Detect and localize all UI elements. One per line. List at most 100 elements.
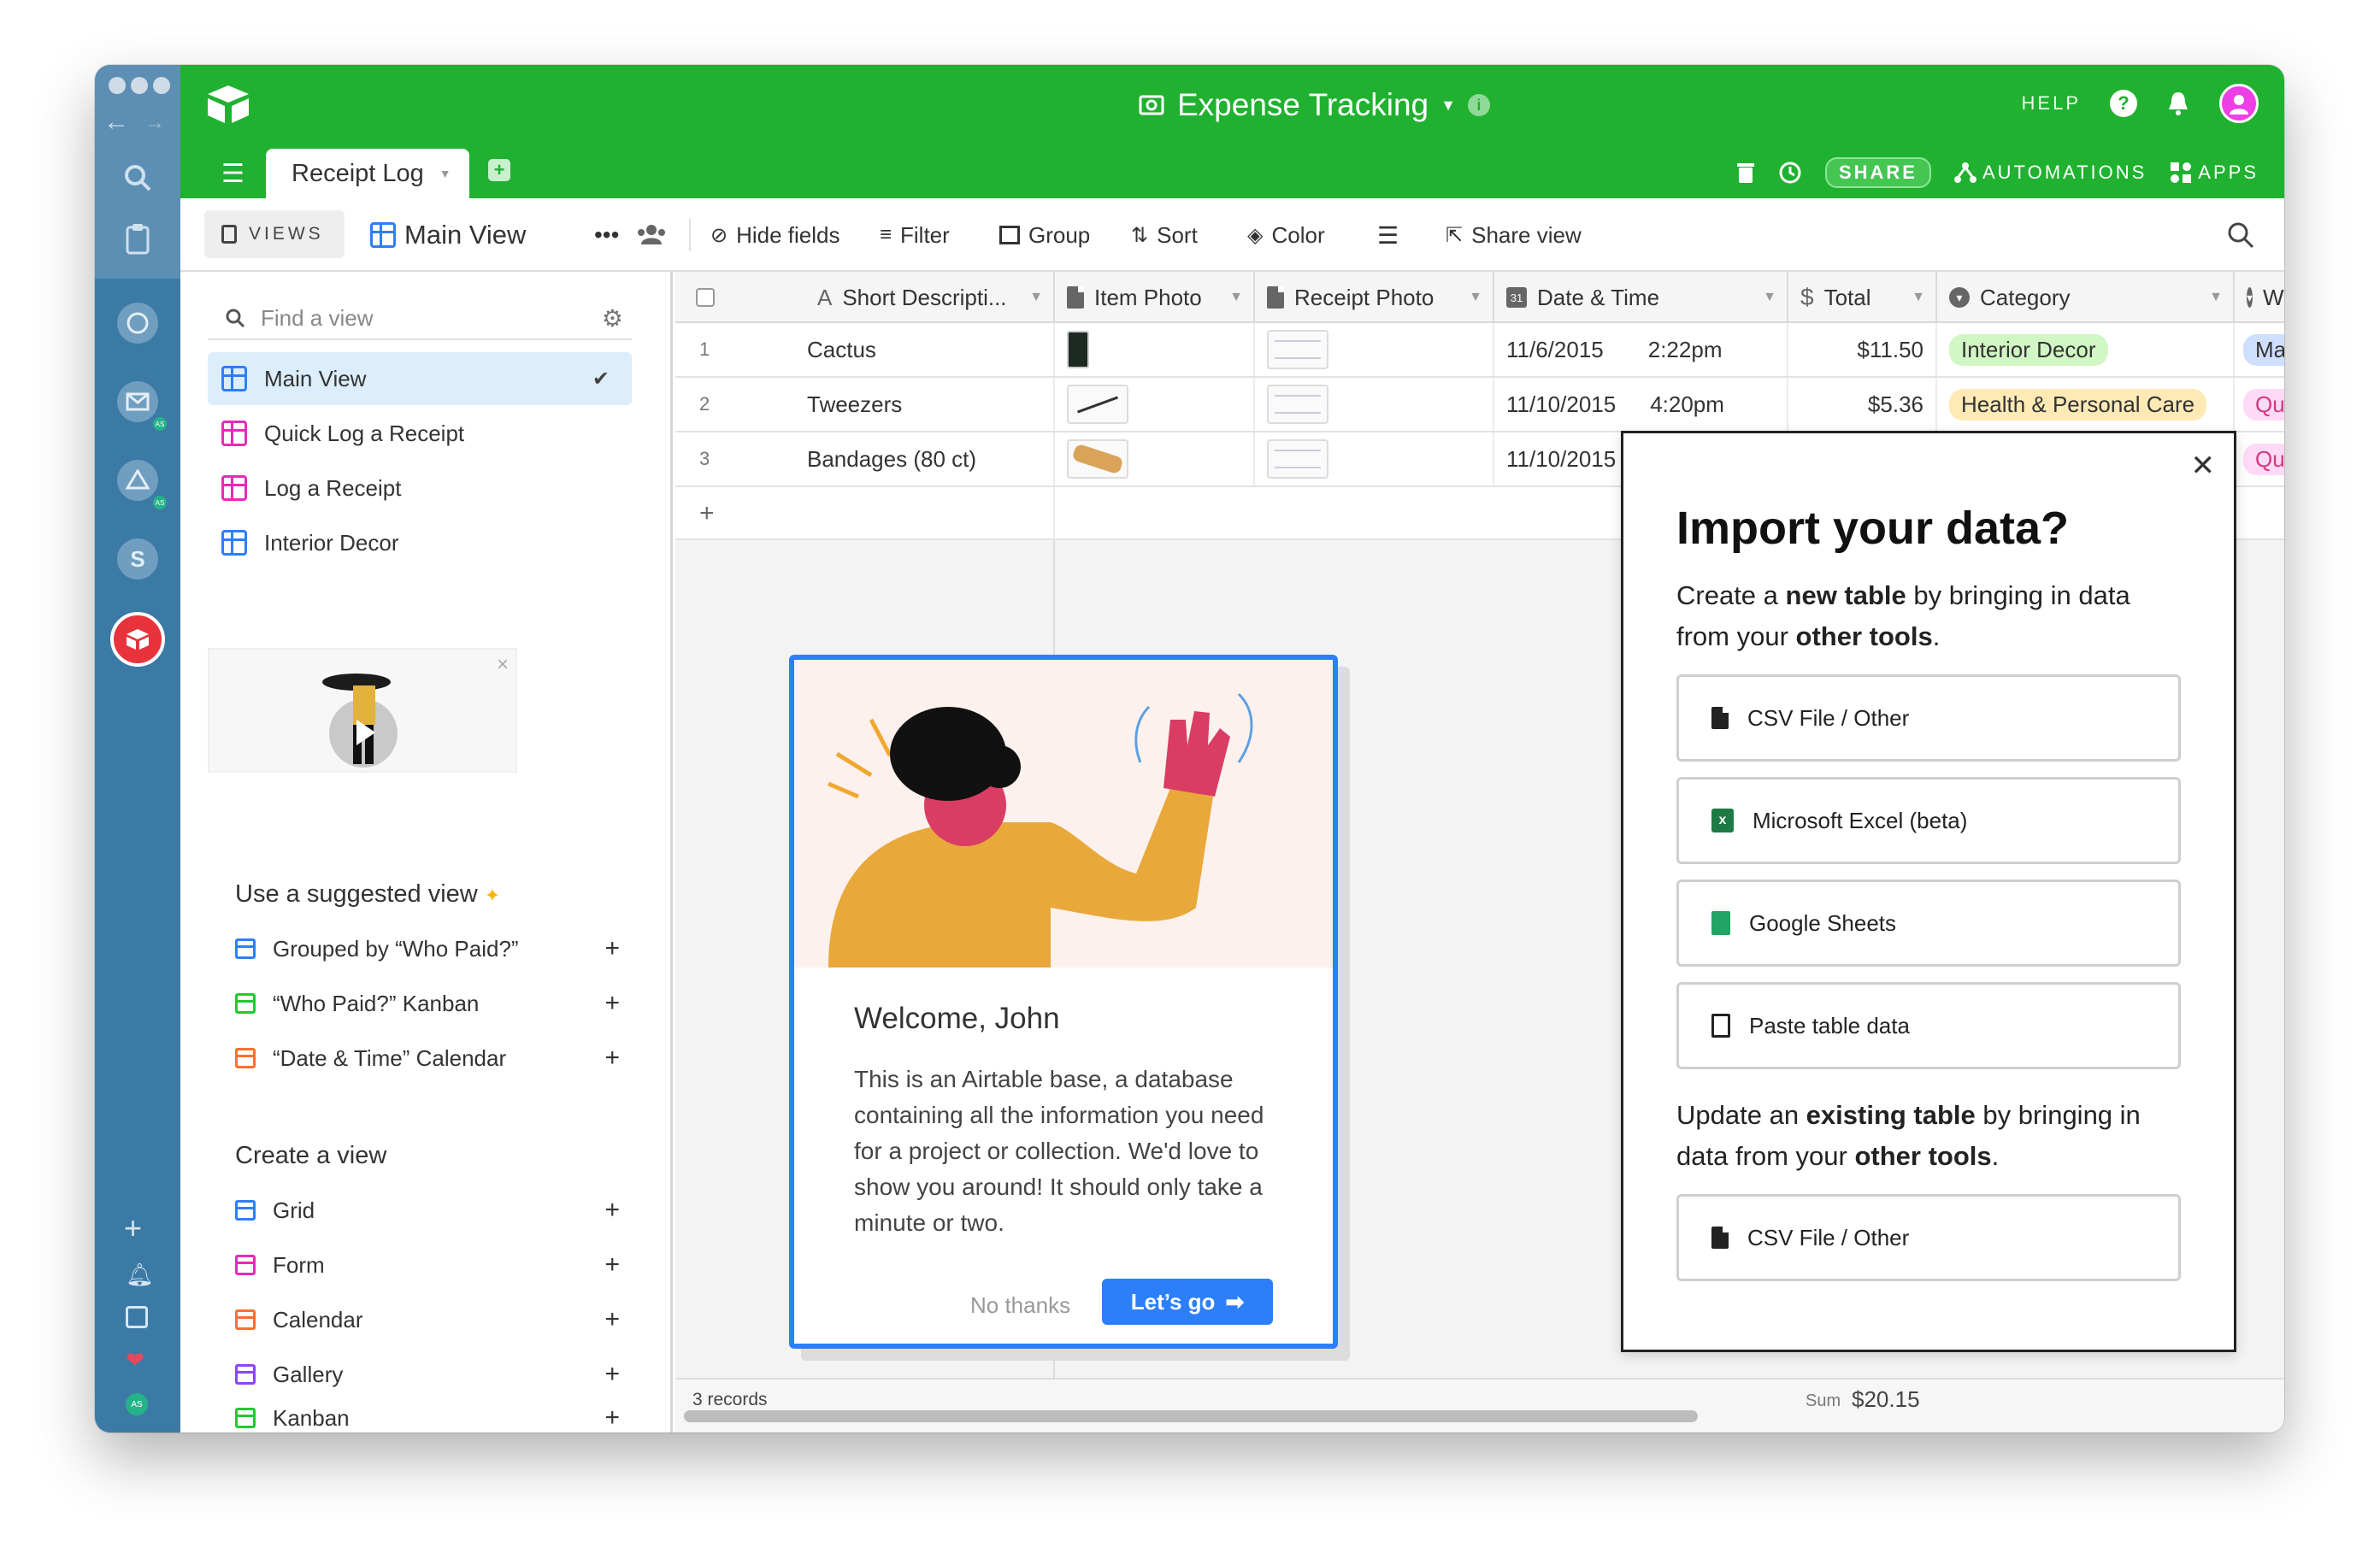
cell-category[interactable]: Interior Decor	[1937, 323, 2235, 376]
cell-total[interactable]: $11.50	[1788, 323, 1937, 376]
select-all-checkbox[interactable]	[696, 288, 715, 307]
chat-app-icon[interactable]	[117, 303, 158, 344]
drive-app-icon[interactable]	[117, 460, 158, 501]
color-button[interactable]: ◈ Color	[1247, 198, 1325, 272]
add-icon[interactable]: +	[604, 1196, 620, 1225]
bell-icon[interactable]: 🔔︎	[126, 1262, 154, 1288]
filter-button[interactable]: ≡ Filter	[880, 198, 950, 272]
cell-who[interactable]: Quin	[2235, 432, 2284, 485]
suggested-view-grouped[interactable]: Grouped by “Who Paid?” +	[235, 923, 620, 974]
cactus-photo-thumbnail[interactable]	[1067, 331, 1089, 368]
menu-icon[interactable]: ☰	[221, 159, 244, 189]
collaborators-icon[interactable]	[637, 224, 666, 246]
add-icon[interactable]: +	[604, 934, 620, 963]
column-header-item-photo[interactable]: Item Photo ▼	[1055, 272, 1255, 323]
history-icon[interactable]	[1777, 160, 1803, 185]
suggested-view-calendar[interactable]: “Date & Time” Calendar +	[235, 1032, 620, 1084]
cell-total[interactable]: $5.36	[1788, 378, 1937, 431]
chevron-down-icon[interactable]: ▼	[2209, 290, 2223, 305]
apps-button[interactable]: APPS	[2169, 161, 2259, 185]
bandages-photo-thumbnail[interactable]	[1067, 439, 1128, 479]
cell-description[interactable]: Tweezers	[795, 378, 1055, 431]
table-row[interactable]: 2 Tweezers 11/10/2015 4:20pm $5.36 Healt…	[675, 378, 2284, 432]
column-header-description[interactable]: A Short Descripti... ▼	[675, 272, 1055, 323]
import-csv-button[interactable]: CSV File / Other	[1676, 674, 2181, 762]
chevron-down-icon[interactable]: ▼	[1469, 290, 1482, 305]
add-icon[interactable]: +	[604, 1305, 620, 1334]
back-arrow-icon[interactable]: ←	[103, 108, 129, 137]
share-view-button[interactable]: ⇱ Share view	[1446, 198, 1582, 272]
automations-button[interactable]: AUTOMATIONS	[1953, 161, 2147, 185]
sidebar-item-quick-log[interactable]: Quick Log a Receipt	[208, 407, 632, 460]
trash-icon[interactable]	[1736, 161, 1755, 185]
find-view-input[interactable]: Find a view ⚙	[208, 297, 632, 340]
import-google-sheets-button[interactable]: Google Sheets	[1676, 880, 2181, 967]
create-calendar-view[interactable]: Calendar +	[235, 1294, 620, 1345]
cell-receipt-photo[interactable]	[1255, 378, 1494, 431]
info-icon[interactable]: i	[1467, 94, 1490, 116]
row-height-icon[interactable]: ☰	[1377, 198, 1399, 272]
create-gallery-view[interactable]: Gallery +	[235, 1349, 620, 1400]
close-icon[interactable]: ✕	[2191, 449, 2216, 483]
horizontal-scrollbar[interactable]	[684, 1410, 1698, 1422]
help-icon[interactable]: ?	[2110, 90, 2137, 117]
cell-description[interactable]: Bandages (80 ct)	[795, 432, 1055, 485]
cell-description[interactable]: Cactus	[795, 323, 1055, 376]
sidebar-item-log-receipt[interactable]: Log a Receipt	[208, 462, 632, 515]
column-header-date-time[interactable]: 31 Date & Time ▼	[1494, 272, 1788, 323]
share-button[interactable]: SHARE	[1824, 157, 1931, 188]
hide-fields-button[interactable]: ⊘ Hide fields	[710, 198, 840, 272]
column-header-total[interactable]: $ Total ▼	[1788, 272, 1937, 323]
user-avatar[interactable]	[2219, 84, 2259, 123]
cell-category[interactable]: Health & Personal Care	[1937, 378, 2235, 431]
close-icon[interactable]: ×	[497, 653, 509, 677]
column-header-receipt-photo[interactable]: Receipt Photo ▼	[1255, 272, 1494, 323]
create-form-view[interactable]: Form +	[235, 1239, 620, 1291]
add-app-icon[interactable]: +	[124, 1210, 142, 1246]
airtable-logo-icon[interactable]	[206, 84, 250, 125]
receipt-thumbnail[interactable]	[1267, 385, 1328, 424]
chevron-down-icon[interactable]: ▼	[1229, 290, 1243, 305]
current-view-selector[interactable]: Main View	[370, 198, 526, 272]
lets-go-button[interactable]: Let’s go ➡	[1102, 1279, 1273, 1325]
create-grid-view[interactable]: Grid +	[235, 1185, 620, 1236]
cell-date-time[interactable]: 11/6/2015 2:22pm	[1494, 323, 1788, 376]
cell-receipt-photo[interactable]	[1255, 323, 1494, 376]
group-button[interactable]: Group	[999, 198, 1090, 272]
dock-window-icon[interactable]	[126, 1306, 148, 1328]
search-icon[interactable]	[117, 157, 158, 198]
mail-app-icon[interactable]	[117, 381, 158, 422]
cell-date-time[interactable]: 11/10/2015 4:20pm	[1494, 378, 1788, 431]
window-minimize-button[interactable]	[131, 77, 148, 94]
sidebar-item-interior-decor[interactable]: Interior Decor	[208, 516, 632, 569]
window-close-button[interactable]	[109, 77, 126, 94]
add-icon[interactable]: +	[604, 1360, 620, 1389]
paste-table-data-button[interactable]: Paste table data	[1676, 982, 2181, 1069]
tab-receipt-log[interactable]: Receipt Log ▼	[266, 149, 469, 198]
chevron-down-icon[interactable]: ▼	[1763, 290, 1776, 305]
receipt-thumbnail[interactable]	[1267, 330, 1328, 369]
cell-who[interactable]: Quin	[2235, 378, 2284, 431]
tweezers-photo-thumbnail[interactable]	[1067, 385, 1128, 424]
sidebar-item-main-view[interactable]: Main View ✔	[208, 352, 632, 405]
notifications-bell-icon[interactable]	[2166, 91, 2190, 116]
add-icon[interactable]: +	[604, 989, 620, 1018]
heart-icon[interactable]: ❤︎	[126, 1347, 144, 1374]
add-record-icon[interactable]: +	[675, 487, 1055, 540]
update-csv-button[interactable]: CSV File / Other	[1676, 1194, 2181, 1281]
sort-button[interactable]: ⇅ Sort	[1131, 198, 1198, 272]
cell-who[interactable]: Marit	[2235, 323, 2284, 376]
chevron-down-icon[interactable]: ▼	[439, 167, 451, 180]
import-excel-button[interactable]: x Microsoft Excel (beta)	[1676, 777, 2181, 864]
add-icon[interactable]: +	[604, 1403, 620, 1433]
cell-item-photo[interactable]	[1055, 323, 1255, 376]
sum-label[interactable]: Sum	[1806, 1391, 1841, 1411]
sum-value[interactable]: $20.15	[1852, 1386, 1920, 1413]
chevron-down-icon[interactable]: ▼	[1029, 290, 1043, 305]
cell-receipt-photo[interactable]	[1255, 432, 1494, 485]
add-icon[interactable]: +	[604, 1250, 620, 1280]
view-menu-icon[interactable]: •••	[594, 198, 619, 272]
airtable-app-icon[interactable]	[110, 612, 165, 667]
clipboard-icon[interactable]	[117, 219, 158, 260]
skype-app-icon[interactable]: S	[117, 538, 158, 579]
